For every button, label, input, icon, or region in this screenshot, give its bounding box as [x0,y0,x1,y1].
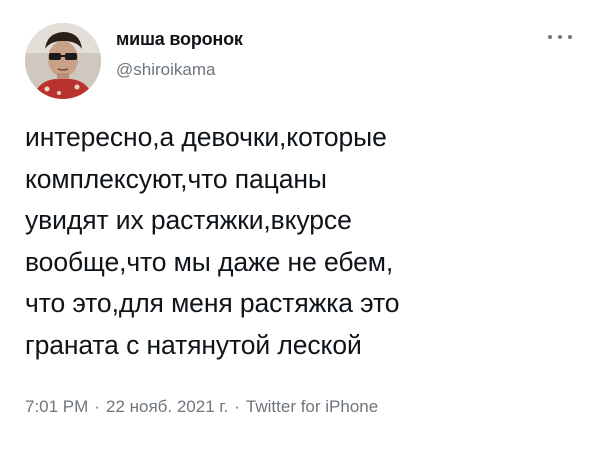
author-display-name[interactable]: миша воронок [116,29,243,50]
avatar-image [25,23,101,99]
tweet-source[interactable]: Twitter for iPhone [246,397,378,416]
tweet-date[interactable]: 22 нояб. 2021 г. [106,397,228,416]
more-icon[interactable] [545,30,575,44]
tweet-time[interactable]: 7:01 PM [25,397,88,416]
author-handle[interactable]: @shiroikama [116,60,215,80]
meta-separator: · [94,397,100,416]
tweet-card: миша воронок @shiroikama интересно,а дев… [0,0,600,449]
user-avatar[interactable] [25,23,101,99]
meta-separator: · [234,397,240,416]
tweet-text: интересно,а девочки,которые комплексуют,… [25,122,400,360]
tweet-meta: 7:01 PM · 22 нояб. 2021 г. · Twitter for iPh… [25,397,378,417]
